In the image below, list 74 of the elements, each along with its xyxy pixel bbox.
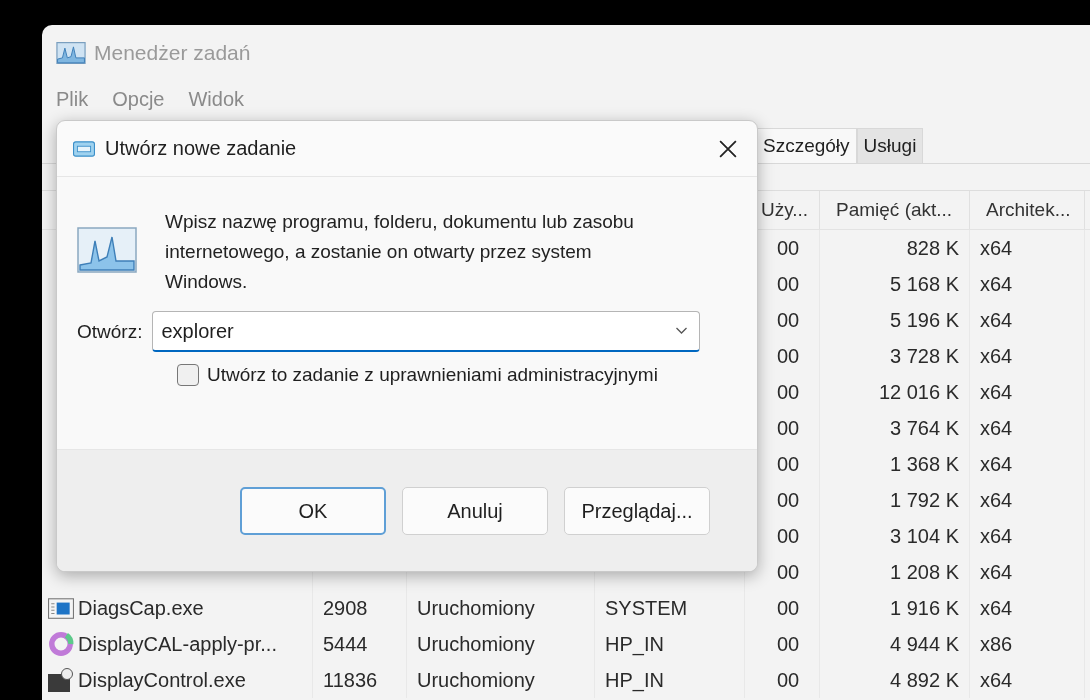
status-cell: Uruchomiony [417,596,535,620]
architecture-cell: x64 [980,308,1013,332]
dialog-title: Utwórz nowe zadanie [105,137,297,160]
dialog-button[interactable]: OK [240,487,386,535]
cpu-cell: 00 [777,380,800,404]
process-name: DiagsCap.exe [78,596,204,620]
architecture-cell: x64 [980,380,1013,404]
cpu-cell: 00 [777,560,800,584]
window-icon [48,596,74,620]
dialog-button[interactable]: Anuluj [402,487,548,535]
open-label: Otwórz: [77,320,143,343]
architecture-cell: x64 [980,416,1013,440]
user-cell: SYSTEM [605,596,688,620]
cpu-cell: 00 [777,452,800,476]
open-combobox[interactable]: explorer [152,311,701,352]
memory-cell: 4 892 K [890,668,959,692]
memory-cell: 3 104 K [890,524,959,548]
architecture-cell: x86 [980,632,1013,656]
close-icon[interactable] [719,139,737,158]
architecture-cell: x64 [980,272,1013,296]
memory-cell: 1 916 K [890,596,959,620]
user-cell: HP_IN [605,632,664,656]
memory-cell: 3 728 K [890,344,959,368]
cpu-cell: 00 [777,236,800,260]
column-header[interactable]: Architek... [986,199,1071,221]
performance-graph-icon [56,42,86,64]
cpu-cell: 00 [777,488,800,512]
architecture-cell: x64 [980,596,1013,620]
architecture-cell: x64 [980,488,1013,512]
tab[interactable]: Szczegóły [756,128,857,163]
status-cell: Uruchomiony [417,632,535,656]
performance-graph-icon [77,227,137,273]
window-title: Menedżer zadań [94,41,251,65]
architecture-cell: x64 [980,668,1013,692]
column-header[interactable]: Uży... [761,199,809,221]
status-cell: Uruchomiony [417,668,535,692]
architecture-cell: x64 [980,452,1013,476]
cpu-cell: 00 [777,344,800,368]
cpu-cell: 00 [777,308,800,332]
checkbox-label: Utwórz to zadanie z uprawnieniami administracyjnymi [207,364,658,386]
memory-cell: 828 K [906,236,959,260]
tab[interactable]: Usługi [856,128,924,163]
architecture-cell: x64 [980,236,1013,260]
architecture-cell: x64 [980,560,1013,584]
column-header[interactable]: Pamięć (akt... [836,199,953,221]
memory-cell: 5 196 K [890,308,959,332]
cpu-cell: 00 [777,668,800,692]
memory-cell: 4 944 K [890,632,959,656]
ring-logo-icon [48,631,74,657]
memory-cell: 3 764 K [890,416,959,440]
process-name: DisplayControl.exe [78,668,246,692]
chevron-down-icon[interactable] [675,327,689,335]
memory-cell: 12 016 K [878,380,959,404]
memory-cell: 1 792 K [890,488,959,512]
cpu-cell: 00 [777,632,800,656]
cpu-cell: 00 [777,416,800,440]
cpu-cell: 00 [777,596,800,620]
user-cell: HP_IN [605,668,664,692]
pid-cell: 5444 [323,632,368,656]
architecture-cell: x64 [980,524,1013,548]
dialog-description: Wpisz nazwę programu, folderu, dokumentu lub zasobu internetowego, a zostanie on otwarty przez system Windows. [165,210,635,294]
admin-checkbox[interactable] [177,364,199,386]
cpu-cell: 00 [777,272,800,296]
memory-cell: 5 168 K [890,272,959,296]
architecture-cell: x64 [980,344,1013,368]
app-badge-icon [48,668,74,692]
memory-cell: 1 368 K [890,452,959,476]
memory-cell: 1 208 K [890,560,959,584]
process-name: DisplayCAL-apply-pr... [78,632,277,656]
cpu-cell: 00 [777,524,800,548]
pid-cell: 11836 [323,668,378,692]
run-window-icon [73,140,95,157]
dialog-button[interactable]: Przeglądaj... [564,487,710,535]
pid-cell: 2908 [323,596,368,620]
